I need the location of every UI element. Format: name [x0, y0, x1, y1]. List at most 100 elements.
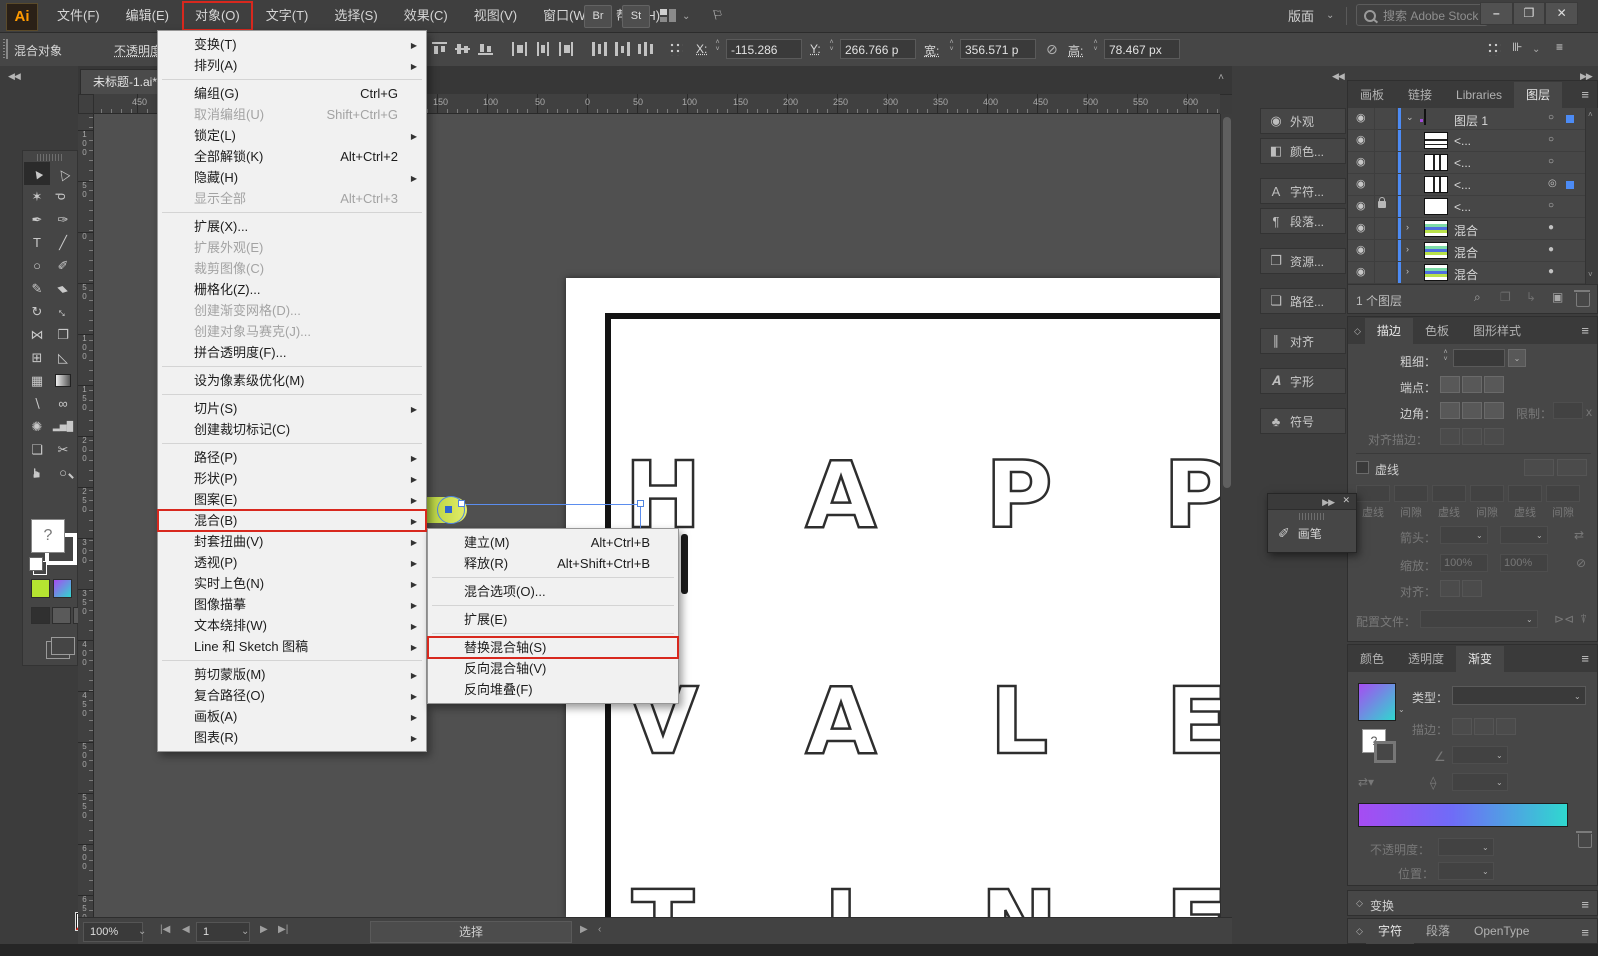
dashed-line-checkbox[interactable]: [1356, 461, 1369, 474]
corner-bevel-button[interactable]: [1484, 402, 1504, 419]
dock-panel-button[interactable]: ◧ 颜色...: [1260, 138, 1346, 164]
delete-layer-icon[interactable]: [1574, 290, 1590, 307]
visibility-eye-icon[interactable]: ◉: [1356, 199, 1366, 212]
panel-tab[interactable]: 字符: [1366, 919, 1415, 944]
tool-button[interactable]: ∞: [50, 392, 76, 415]
transform-panel-header[interactable]: ◇ 变换 ≡: [1347, 890, 1598, 916]
tool-button[interactable]: ✎: [24, 277, 50, 300]
locate-object-icon[interactable]: ⌕: [1474, 290, 1481, 305]
dock-panel-button[interactable]: ❏ 路径...: [1260, 288, 1346, 314]
visibility-eye-icon[interactable]: ◉: [1356, 243, 1366, 256]
target-circle-icon[interactable]: ○: [1548, 134, 1554, 145]
menu-item[interactable]: 反向混合轴(V): [428, 658, 678, 679]
menu-item[interactable]: 编组(G) Ctrl+G: [158, 83, 426, 104]
tool-button[interactable]: ▦: [24, 369, 50, 392]
weight-stepper[interactable]: ˄ ˅: [1440, 349, 1451, 369]
tool-button[interactable]: ╱: [50, 231, 76, 254]
brushes-button[interactable]: ✐ 画笔: [1268, 521, 1356, 542]
anchor-point[interactable]: [458, 500, 465, 507]
menu-item[interactable]: [158, 391, 426, 398]
layer-label[interactable]: <...: [1454, 134, 1471, 148]
gradient-slider[interactable]: [1358, 803, 1568, 827]
menu-item[interactable]: 混合选项(O)...: [428, 581, 678, 602]
vertical-scrollbar[interactable]: [1220, 114, 1232, 917]
panel-tab[interactable]: 透明度: [1396, 646, 1456, 672]
outline-letter[interactable]: P: [1162, 448, 1220, 543]
outline-letter[interactable]: I: [823, 877, 860, 917]
outline-letter[interactable]: E: [1164, 877, 1220, 917]
distribute-hcenter-icon[interactable]: [535, 42, 550, 56]
layer-label[interactable]: 混合: [1454, 266, 1478, 283]
layer-label[interactable]: <...: [1454, 200, 1471, 214]
menu-item[interactable]: 替换混合轴(S): [427, 636, 679, 659]
black-frame-rectangle[interactable]: [605, 313, 1220, 917]
tool-button[interactable]: ▲: [24, 162, 50, 185]
outline-letter[interactable]: A: [804, 448, 878, 543]
maximize-button[interactable]: ❐: [1512, 2, 1546, 25]
collapse-icon[interactable]: ▶▶: [1322, 497, 1335, 508]
menu-item[interactable]: 画板(A) ▶: [158, 706, 426, 727]
menu-item[interactable]: 释放(R) Alt+Shift+Ctrl+B: [428, 553, 678, 574]
menu-item[interactable]: 复合路径(O) ▶: [158, 685, 426, 706]
menu-item[interactable]: [428, 574, 678, 581]
outline-letter[interactable]: T: [630, 877, 695, 917]
tool-button[interactable]: ✒: [24, 208, 50, 231]
panel-menu-icon[interactable]: ≡: [1581, 925, 1589, 940]
tool-button[interactable]: ⋈: [24, 323, 50, 346]
width-stepper[interactable]: ˄ ˅: [946, 39, 957, 59]
target-circle-icon[interactable]: ●: [1548, 266, 1554, 277]
menu-item[interactable]: [158, 440, 426, 447]
tool-button[interactable]: ❐: [50, 323, 76, 346]
cap-projecting-button[interactable]: [1484, 376, 1504, 393]
layers-scrollbar[interactable]: ˄ ˅: [1585, 108, 1598, 284]
menu-item[interactable]: 混合(B) ▶: [157, 509, 427, 532]
layer-thumbnail[interactable]: [1424, 109, 1426, 125]
layer-thumbnail[interactable]: [1424, 198, 1448, 215]
close-icon[interactable]: ✕: [1342, 495, 1350, 506]
target-circle-icon[interactable]: ●: [1548, 244, 1554, 255]
gradient-button[interactable]: [53, 579, 72, 598]
menu-item[interactable]: 创建渐变网格(D)...: [158, 300, 426, 321]
new-layer-icon[interactable]: ▣: [1552, 290, 1563, 304]
y-input[interactable]: 266.766 p: [840, 39, 916, 59]
tool-button[interactable]: ▂▅█: [50, 415, 76, 438]
menu-item[interactable]: 切片(S) ▶: [158, 398, 426, 419]
menu-item[interactable]: 创建裁切标记(C): [158, 419, 426, 440]
tool-button[interactable]: ✑: [50, 208, 76, 231]
anchor-point-selected[interactable]: [445, 506, 452, 513]
layer-label[interactable]: 混合: [1454, 244, 1478, 261]
vertical-ruler[interactable]: 100 50 0 50 100 150 200 250 300 350 400 450 500 550 60…: [78, 114, 94, 922]
opacity-link[interactable]: 不透明度: [114, 42, 162, 59]
dock-panel-button[interactable]: ◉ 外观: [1260, 108, 1346, 134]
align-top-icon[interactable]: [432, 42, 447, 56]
panel-menu-icon[interactable]: ≡: [1581, 323, 1589, 338]
distribute-space-icon-3[interactable]: [638, 42, 653, 56]
panel-tab[interactable]: 图层: [1514, 82, 1563, 108]
menu-item[interactable]: [158, 76, 426, 83]
layer-label[interactable]: 图层 1: [1454, 112, 1488, 129]
panel-drag-handle[interactable]: [3, 39, 5, 59]
layer-thumbnail[interactable]: [1424, 264, 1448, 281]
menu-item[interactable]: 栅格化(Z)...: [158, 279, 426, 300]
tool-button[interactable]: ☛: [24, 461, 50, 484]
dock-panel-button[interactable]: ∥ 对齐: [1260, 328, 1346, 354]
layer-thumbnail[interactable]: [1424, 242, 1448, 259]
outline-letter[interactable]: E: [1164, 674, 1220, 769]
x-stepper[interactable]: ˄ ˅: [712, 39, 723, 59]
tool-button[interactable]: [50, 369, 76, 392]
visibility-eye-icon[interactable]: ◉: [1356, 111, 1366, 124]
menu-item[interactable]: 显示全部 Alt+Ctrl+3: [158, 188, 426, 209]
menubar-item[interactable]: 对象(O): [181, 1, 253, 31]
layer-thumbnail[interactable]: [1424, 176, 1448, 193]
target-circle-icon[interactable]: ○: [1548, 112, 1554, 123]
menu-item[interactable]: [428, 630, 678, 637]
dock-panel-button[interactable]: 𝑨 字形: [1260, 368, 1346, 394]
corner-round-button[interactable]: [1462, 402, 1482, 419]
draw-normal-mode-button[interactable]: [31, 607, 50, 624]
menubar-item[interactable]: 编辑(E): [113, 1, 182, 31]
outline-letter[interactable]: L: [988, 674, 1049, 769]
layer-thumbnail[interactable]: [1424, 220, 1448, 237]
panel-tab[interactable]: Libraries: [1444, 82, 1514, 108]
menu-item[interactable]: [158, 209, 426, 216]
scrollbar-thumb[interactable]: [1223, 117, 1231, 488]
